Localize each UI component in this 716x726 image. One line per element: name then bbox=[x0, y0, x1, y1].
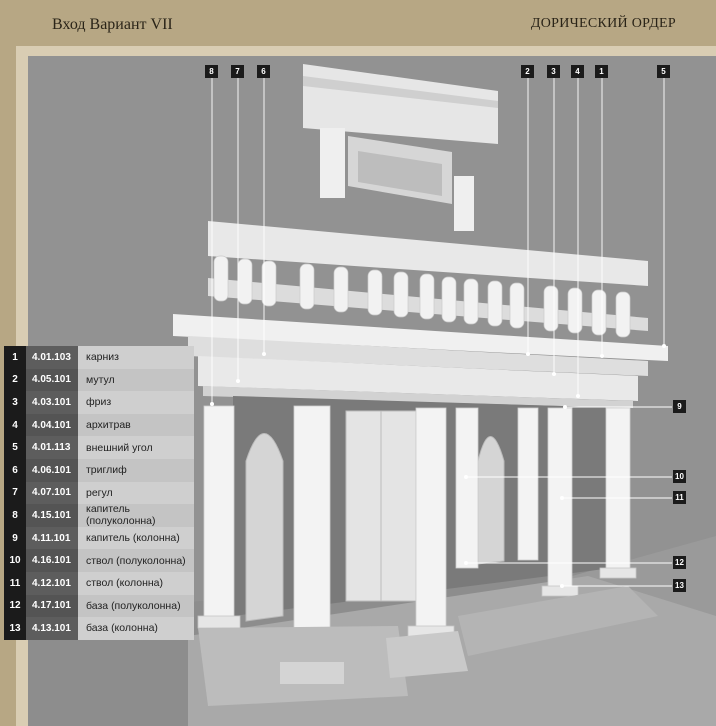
legend-code: 4.06.101 bbox=[26, 459, 78, 482]
callout-8: 8 bbox=[205, 65, 218, 78]
legend-row: 1 4.01.103 карниз bbox=[4, 346, 194, 369]
callout-2: 2 bbox=[521, 65, 534, 78]
legend-row: 6 4.06.101 триглиф bbox=[4, 459, 194, 482]
legend-number: 10 bbox=[4, 549, 26, 572]
legend-name: внешний угол bbox=[78, 436, 194, 459]
legend-number: 8 bbox=[4, 504, 26, 527]
legend-row: 5 4.01.113 внешний угол bbox=[4, 436, 194, 459]
callout-7: 7 bbox=[231, 65, 244, 78]
callout-13: 13 bbox=[673, 579, 686, 592]
callout-10: 10 bbox=[673, 470, 686, 483]
callout-6: 6 bbox=[257, 65, 270, 78]
legend-number: 1 bbox=[4, 346, 26, 369]
legend-code: 4.12.101 bbox=[26, 572, 78, 595]
legend-row: 4 4.04.101 архитрав bbox=[4, 413, 194, 437]
legend-name: база (колонна) bbox=[78, 617, 194, 640]
legend-row: 7 4.07.101 регул bbox=[4, 481, 194, 505]
callout-1: 1 bbox=[595, 65, 608, 78]
legend-code: 4.07.101 bbox=[26, 481, 78, 505]
legend-number: 6 bbox=[4, 459, 26, 482]
page-subtitle: Вход Вариант VII bbox=[52, 16, 173, 33]
legend-number: 11 bbox=[4, 572, 26, 595]
page-title: ДОРИЧЕСКИЙ ОРДЕР bbox=[530, 16, 676, 31]
legend-row: 2 4.05.101 мутул bbox=[4, 368, 194, 392]
legend-code: 4.03.101 bbox=[26, 391, 78, 414]
legend-row: 10 4.16.101 ствол (полуколонна) bbox=[4, 549, 194, 572]
legend-name: база (полуколонна) bbox=[78, 594, 194, 618]
legend-code: 4.17.101 bbox=[26, 594, 78, 618]
legend-name: фриз bbox=[78, 391, 194, 414]
callout-11: 11 bbox=[673, 491, 686, 504]
callout-5: 5 bbox=[657, 65, 670, 78]
legend-name: мутул bbox=[78, 368, 194, 392]
legend-name: ствол (полуколонна) bbox=[78, 549, 194, 572]
legend-row: 13 4.13.101 база (колонна) bbox=[4, 617, 194, 640]
callout-4: 4 bbox=[571, 65, 584, 78]
legend-row: 3 4.03.101 фриз bbox=[4, 391, 194, 414]
legend-number: 3 bbox=[4, 391, 26, 414]
header-bar: Вход Вариант VII ДОРИЧЕСКИЙ ОРДЕР bbox=[0, 0, 716, 46]
legend-number: 9 bbox=[4, 526, 26, 550]
legend-number: 13 bbox=[4, 617, 26, 640]
legend-name: карниз bbox=[78, 346, 194, 369]
legend-code: 4.05.101 bbox=[26, 368, 78, 392]
legend-code: 4.13.101 bbox=[26, 617, 78, 640]
legend-name: регул bbox=[78, 481, 194, 505]
legend-row: 11 4.12.101 ствол (колонна) bbox=[4, 572, 194, 595]
callout-3: 3 bbox=[547, 65, 560, 78]
legend-code: 4.15.101 bbox=[26, 504, 78, 527]
callout-12: 12 bbox=[673, 556, 686, 569]
legend-name: архитрав bbox=[78, 413, 194, 437]
callout-9: 9 bbox=[673, 400, 686, 413]
legend-number: 5 bbox=[4, 436, 26, 459]
legend-number: 12 bbox=[4, 594, 26, 618]
legend-row: 9 4.11.101 капитель (колонна) bbox=[4, 526, 194, 550]
legend-code: 4.11.101 bbox=[26, 526, 78, 550]
legend-name: триглиф bbox=[78, 459, 194, 482]
legend-number: 4 bbox=[4, 413, 26, 437]
legend-name: капитель (колонна) bbox=[78, 526, 194, 550]
legend-row: 8 4.15.101 капитель (полуколонна) bbox=[4, 503, 194, 527]
legend-code: 4.16.101 bbox=[26, 549, 78, 572]
legend-number: 2 bbox=[4, 368, 26, 392]
legend-code: 4.04.101 bbox=[26, 413, 78, 437]
legend-row: 12 4.17.101 база (полуколонна) bbox=[4, 594, 194, 618]
legend-number: 7 bbox=[4, 481, 26, 505]
legend-name: капитель (полуколонна) bbox=[78, 503, 194, 527]
legend-code: 4.01.113 bbox=[26, 436, 78, 459]
legend-code: 4.01.103 bbox=[26, 346, 78, 369]
legend-name: ствол (колонна) bbox=[78, 572, 194, 595]
